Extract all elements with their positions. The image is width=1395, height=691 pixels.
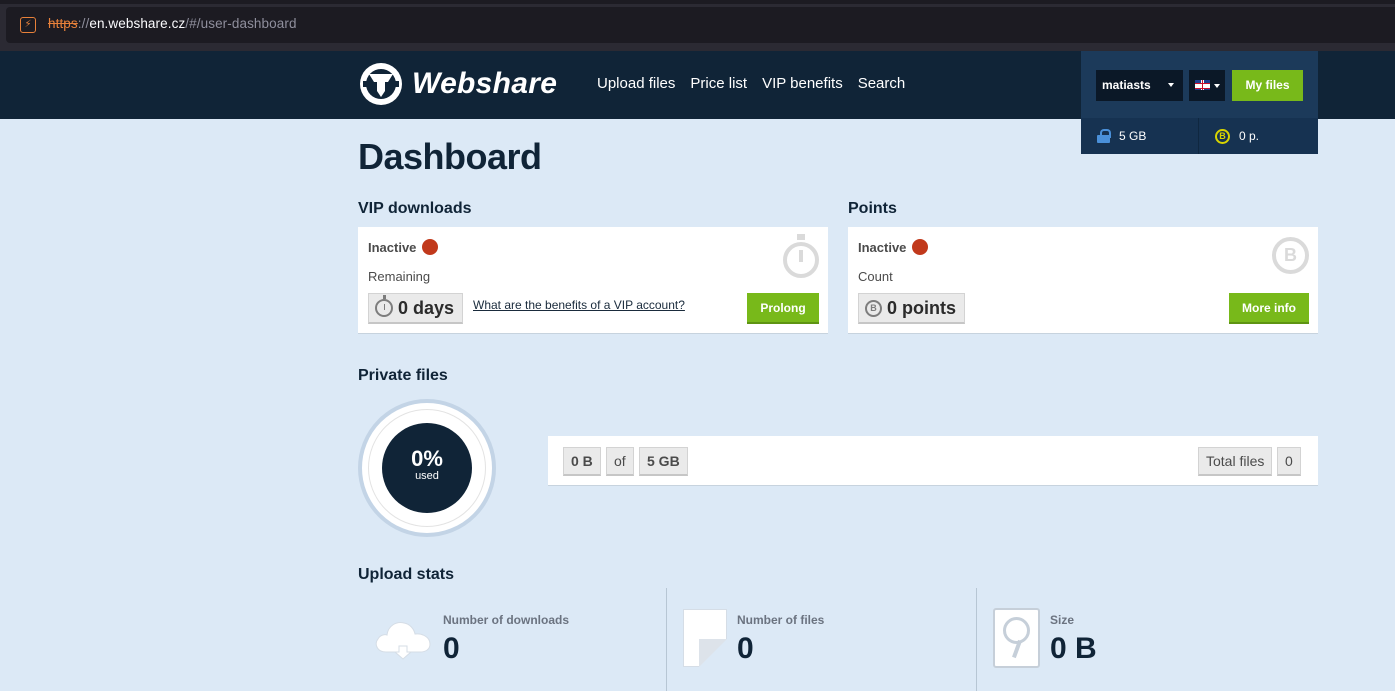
- uk-flag-cross: [1202, 80, 1203, 90]
- size-value: 0 B: [1050, 632, 1097, 665]
- url-scheme: https: [48, 16, 78, 31]
- points-count-value: 0 points: [887, 297, 957, 318]
- storage-quota[interactable]: 5 GB: [1081, 118, 1198, 154]
- logo-text: Webshare: [412, 67, 558, 100]
- file-icon: [683, 609, 727, 667]
- page-title: Dashboard: [358, 136, 542, 177]
- lock-icon: [1097, 129, 1111, 143]
- site-identity-icon[interactable]: ⚡: [20, 17, 36, 33]
- webshare-logo-icon: [360, 63, 402, 105]
- count-label: Count: [858, 269, 893, 284]
- points-section-title: Points: [848, 200, 897, 217]
- downloads-label: Number of downloads: [443, 613, 569, 627]
- vip-benefits-link[interactable]: What are the benefits of a VIP account?: [473, 298, 685, 312]
- files-value: 0: [737, 632, 754, 665]
- stopwatch-icon: [375, 295, 393, 317]
- url-host: en.webshare.cz: [89, 16, 186, 31]
- downloads-stat: Number of downloads 0: [358, 588, 666, 691]
- size-label: Size: [1050, 613, 1075, 627]
- total-files-label: Total files: [1198, 447, 1273, 476]
- user-panel: matiasts My files 5 GB B 0 p.: [1081, 51, 1318, 154]
- nav-price-list[interactable]: Price list: [690, 75, 747, 92]
- user-menu-dropdown[interactable]: matiasts: [1096, 70, 1183, 101]
- user-panel-top: matiasts My files: [1081, 51, 1318, 118]
- points-card: Inactive Count B 0 points More info B: [848, 227, 1318, 334]
- remaining-days-box: 0 days: [368, 293, 464, 324]
- inactive-status-dot: [912, 239, 929, 255]
- storage-usage-gauge: 0% used: [358, 399, 496, 537]
- url-path: /#/user-dashboard: [185, 16, 297, 31]
- gauge-center: 0% used: [382, 423, 472, 513]
- chevron-down-icon: [1214, 84, 1220, 88]
- nav-upload-files[interactable]: Upload files: [597, 75, 675, 92]
- my-files-button[interactable]: My files: [1232, 70, 1303, 101]
- storage-quota-value: 5 GB: [1119, 129, 1147, 143]
- url-separator: ://: [77, 16, 90, 31]
- total-size: 5 GB: [639, 447, 688, 476]
- browser-toolbar: ⚡ https://en.webshare.cz/#/user-dashboar…: [0, 0, 1395, 51]
- remaining-days-value: 0 days: [398, 297, 455, 318]
- vip-section-title: VIP downloads: [358, 200, 472, 217]
- used-label: used: [415, 470, 439, 482]
- storage-summary-bar: 0 B of 5 GB Total files 0: [548, 436, 1318, 486]
- points-balance[interactable]: B 0 p.: [1198, 118, 1318, 154]
- hard-drive-icon: [993, 608, 1040, 668]
- nav-vip-benefits[interactable]: VIP benefits: [762, 75, 843, 92]
- downloads-value: 0: [443, 632, 460, 665]
- used-size: 0 B: [563, 447, 601, 476]
- used-percent: 0%: [411, 446, 443, 471]
- chevron-down-icon: [1168, 83, 1174, 87]
- language-dropdown[interactable]: [1189, 70, 1225, 101]
- prolong-button[interactable]: Prolong: [747, 293, 819, 324]
- remaining-label: Remaining: [368, 269, 431, 284]
- files-stat: Number of files 0: [666, 588, 976, 691]
- nav-search[interactable]: Search: [858, 75, 906, 92]
- coin-icon: B: [865, 299, 882, 317]
- points-status-label: Inactive: [858, 239, 907, 255]
- cloud-download-icon: [375, 622, 431, 660]
- total-files-value: 0: [1277, 447, 1301, 476]
- vip-status: Inactive: [368, 239, 439, 255]
- address-bar[interactable]: ⚡ https://en.webshare.cz/#/user-dashboar…: [6, 7, 1395, 43]
- size-stat: Size 0 B: [976, 588, 1318, 691]
- vip-card: Inactive Remaining 0 days What are the b…: [358, 227, 828, 334]
- coin-icon: B: [1272, 237, 1309, 274]
- vip-status-label: Inactive: [368, 239, 417, 255]
- more-info-button[interactable]: More info: [1229, 293, 1309, 324]
- stopwatch-icon: [783, 234, 819, 278]
- private-files-title: Private files: [358, 367, 448, 384]
- url-text[interactable]: https://en.webshare.cz/#/user-dashboard: [48, 16, 297, 31]
- of-label: of: [606, 447, 634, 476]
- points-status: Inactive: [858, 239, 929, 255]
- points-balance-value: 0 p.: [1239, 129, 1260, 143]
- inactive-status-dot: [422, 239, 439, 255]
- upload-stats-row: Number of downloads 0 Number of files 0 …: [358, 588, 1318, 691]
- upload-stats-title: Upload stats: [358, 566, 455, 583]
- user-stats-bar: 5 GB B 0 p.: [1081, 118, 1318, 154]
- points-count-box: B 0 points: [858, 293, 966, 324]
- site-logo[interactable]: Webshare: [358, 61, 557, 107]
- coin-icon: B: [1215, 128, 1230, 144]
- files-label: Number of files: [737, 613, 825, 627]
- browser-tab-strip: [0, 0, 1395, 4]
- main-nav: Upload files Price list VIP benefits Sea…: [597, 75, 905, 92]
- hdd-platter: [1003, 617, 1030, 644]
- username: matiasts: [1102, 78, 1151, 92]
